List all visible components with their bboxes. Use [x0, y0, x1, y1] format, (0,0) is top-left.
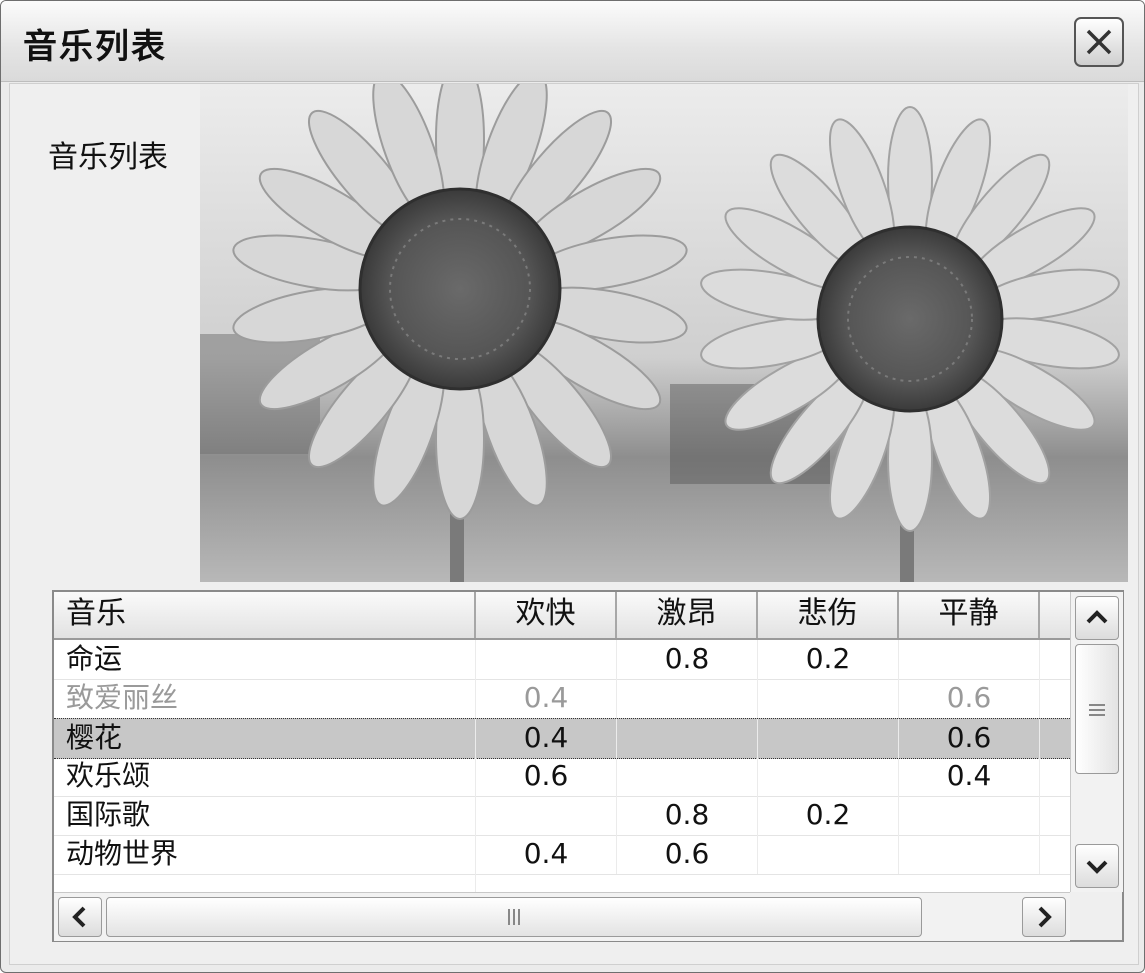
cell-passionate: 0.8: [617, 640, 758, 679]
vertical-scroll-thumb[interactable]: [1075, 644, 1119, 774]
scroll-right-button[interactable]: [1022, 897, 1066, 937]
scroll-up-button[interactable]: [1075, 596, 1119, 640]
column-header-passionate[interactable]: 激昂: [617, 592, 758, 638]
table-row-partial[interactable]: [54, 874, 1070, 892]
column-header-calm[interactable]: 平静: [899, 592, 1040, 638]
table-row[interactable]: 命运 0.8 0.2: [54, 640, 1070, 680]
table-header: 音乐 欢快 激昂 悲伤 平静: [54, 592, 1070, 640]
music-table[interactable]: 音乐 欢快 激昂 悲伤 平静 命运 0.8 0.2 致爱丽丝 0.4 0.6 樱…: [52, 590, 1124, 942]
cell-sad: [758, 757, 899, 796]
cell-calm: 0.4: [899, 757, 1040, 796]
music-list-label: 音乐列表: [48, 140, 168, 175]
music-list-window: 音乐列表 音乐列表 音乐 欢快 激昂 悲伤 平静 命运 0.8 0.2 致爱丽丝…: [0, 0, 1145, 973]
cell-music: 国际歌: [54, 796, 476, 835]
table-row[interactable]: 动物世界 0.4 0.6: [54, 835, 1070, 875]
cell-happy: 0.6: [476, 757, 617, 796]
scrollbar-corner: [1070, 892, 1122, 940]
cell-happy: 0.4: [476, 679, 617, 718]
grip-icon: [508, 909, 520, 925]
sunflowers-photo: [200, 58, 1128, 582]
table-body: 命运 0.8 0.2 致爱丽丝 0.4 0.6 樱花 0.4 0.6 欢乐颂 0…: [54, 640, 1070, 892]
chevron-right-icon: [1038, 906, 1052, 928]
column-header-sad[interactable]: 悲伤: [758, 592, 899, 638]
table-row[interactable]: 国际歌 0.8 0.2: [54, 796, 1070, 836]
horizontal-scrollbar[interactable]: [54, 892, 1070, 941]
cell-passionate: 0.6: [617, 835, 758, 874]
scroll-down-button[interactable]: [1075, 844, 1119, 888]
cell-calm: 0.6: [899, 679, 1040, 718]
cell-music: 命运: [54, 640, 476, 679]
cell-calm: [899, 796, 1040, 835]
cell-happy: 0.4: [476, 835, 617, 874]
cell-music: 致爱丽丝: [54, 679, 476, 718]
client-area: 音乐列表 音乐 欢快 激昂 悲伤 平静 命运 0.8 0.2 致爱丽丝 0.4 …: [9, 58, 1139, 965]
vertical-scrollbar[interactable]: [1070, 592, 1123, 892]
table-row-selected[interactable]: 樱花 0.4 0.6: [54, 718, 1070, 759]
cell-happy: [476, 640, 617, 679]
close-button[interactable]: [1074, 17, 1124, 67]
cell-passionate: [617, 679, 758, 718]
horizontal-scroll-thumb[interactable]: [106, 897, 922, 937]
cell-music: 欢乐颂: [54, 757, 476, 796]
grip-icon: [1089, 704, 1105, 716]
chevron-left-icon: [72, 906, 86, 928]
cell-sad: 0.2: [758, 640, 899, 679]
column-header-happy[interactable]: 欢快: [476, 592, 617, 638]
close-icon: [1086, 29, 1112, 55]
scroll-left-button[interactable]: [58, 897, 102, 937]
cell-calm: [899, 835, 1040, 874]
chevron-down-icon: [1086, 860, 1108, 874]
cell-music: 樱花: [54, 719, 476, 758]
cell-happy: [476, 796, 617, 835]
cell-sad: [758, 719, 899, 758]
table-row[interactable]: 致爱丽丝 0.4 0.6: [54, 679, 1070, 719]
title-bar[interactable]: 音乐列表: [1, 1, 1144, 82]
cell-happy: 0.4: [476, 719, 617, 758]
window-title: 音乐列表: [23, 27, 167, 67]
table-row[interactable]: 欢乐颂 0.6 0.4: [54, 757, 1070, 797]
cell-sad: [758, 835, 899, 874]
cell-music: [54, 874, 476, 892]
cell-passionate: [617, 757, 758, 796]
cell-passionate: [617, 719, 758, 758]
column-header-music[interactable]: 音乐: [54, 592, 476, 638]
cell-music: 动物世界: [54, 835, 476, 874]
cell-calm: [899, 640, 1040, 679]
chevron-up-icon: [1086, 610, 1108, 624]
cell-calm: 0.6: [899, 719, 1040, 758]
cell-sad: [758, 679, 899, 718]
cell-passionate: 0.8: [617, 796, 758, 835]
cell-sad: 0.2: [758, 796, 899, 835]
